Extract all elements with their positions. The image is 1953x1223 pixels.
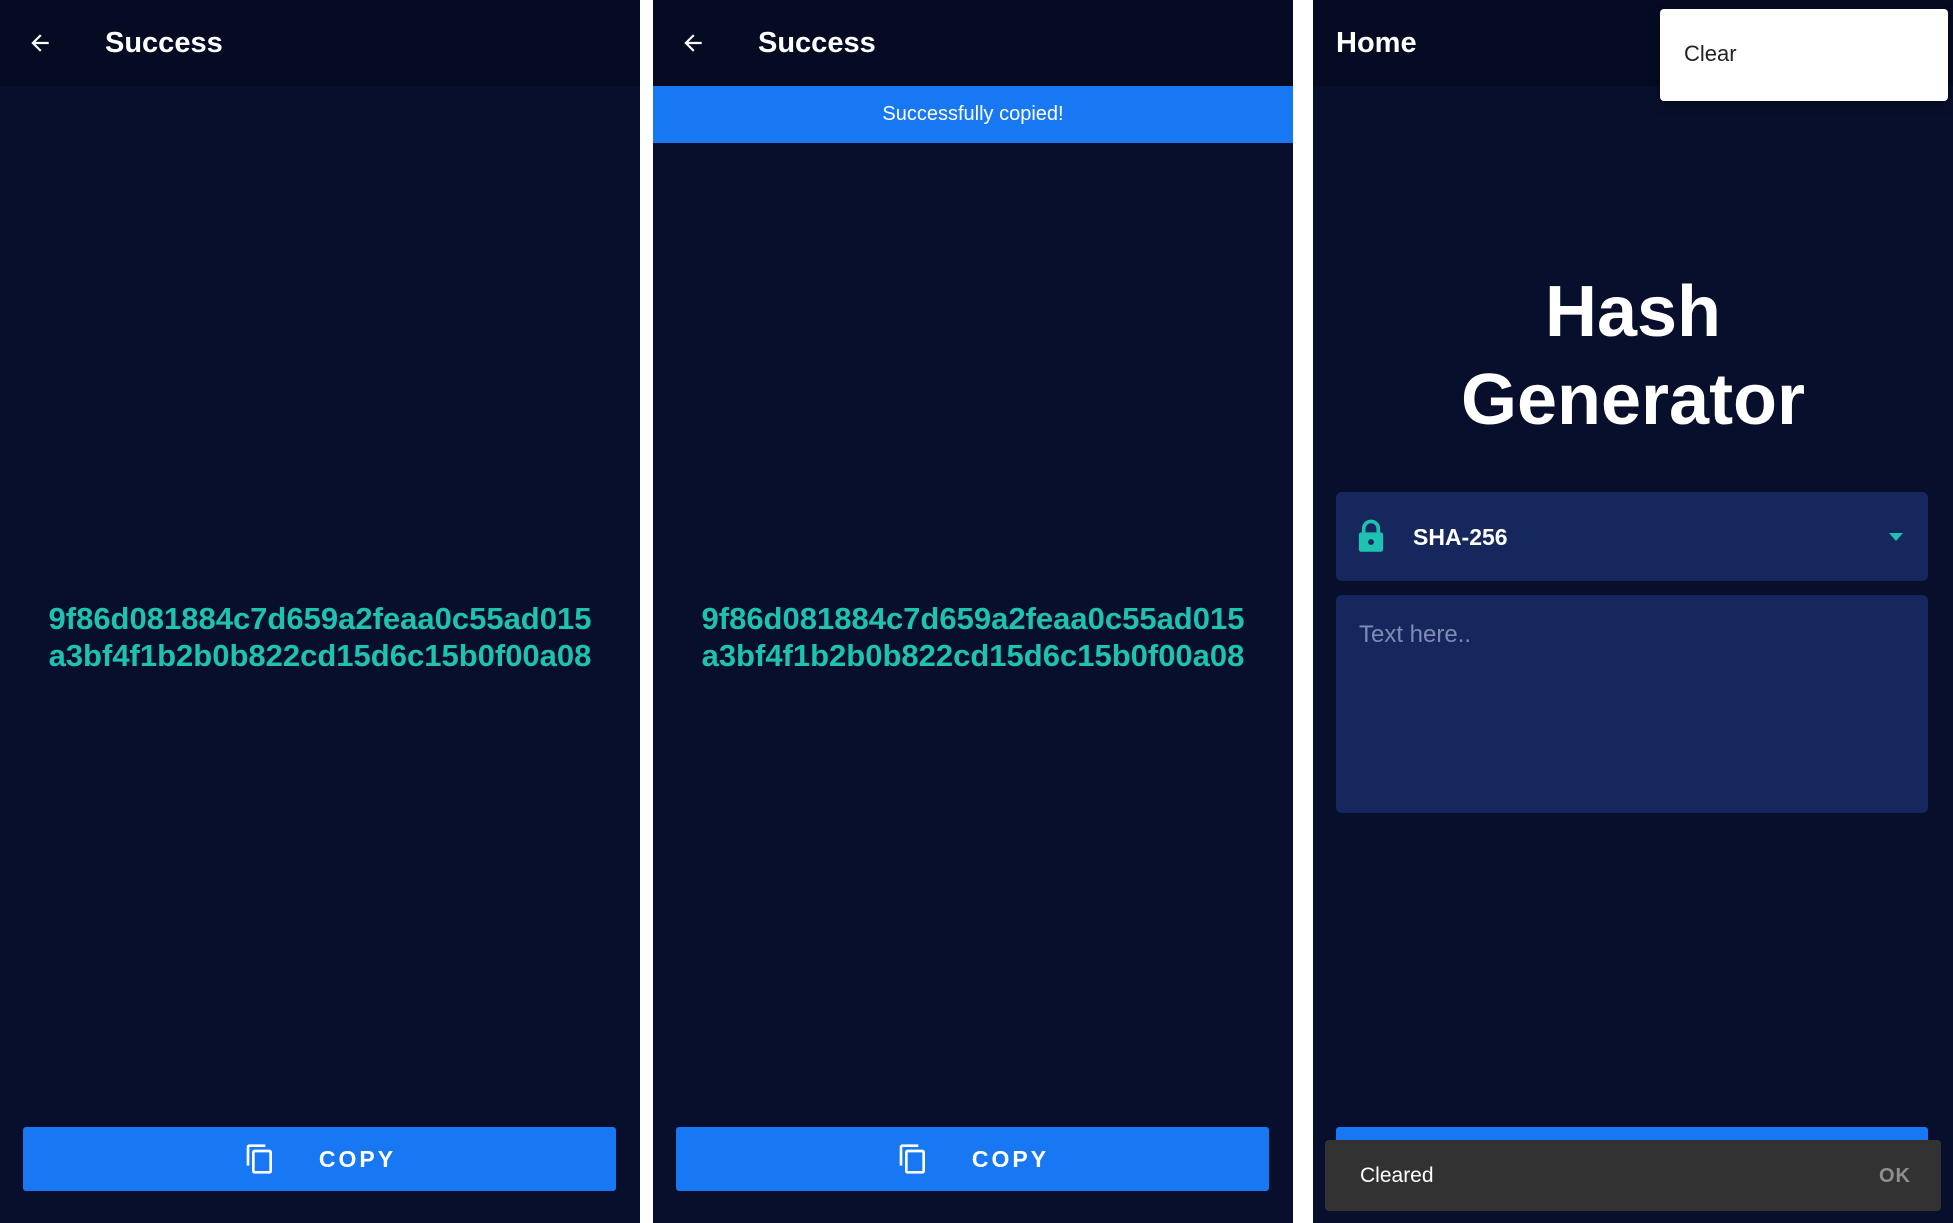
hash-output: 9f86d081884c7d659a2feaa0c55ad015a3bf4f1b… — [701, 601, 1245, 673]
text-input[interactable] — [1336, 595, 1928, 813]
back-button[interactable] — [671, 21, 715, 65]
algorithm-value: SHA-256 — [1413, 524, 1508, 550]
algorithm-dropdown[interactable]: SHA-256 — [1336, 492, 1928, 581]
snackbar: Cleared OK — [1325, 1140, 1941, 1211]
heading-line-1: Hash — [1544, 272, 1722, 352]
menu-item-clear[interactable]: Clear — [1660, 9, 1948, 101]
overflow-menu: Clear — [1660, 9, 1948, 101]
copied-banner: Successfully copied! — [653, 86, 1293, 143]
heading-line-2: Generator — [1460, 360, 1806, 440]
app-bar: Success — [0, 0, 640, 86]
back-arrow-icon — [684, 34, 702, 52]
copy-button-label: COPY — [318, 1145, 397, 1172]
page-title: Success — [105, 27, 223, 59]
copy-button[interactable]: COPY — [23, 1127, 616, 1191]
menu-item-label: Clear — [1684, 41, 1737, 66]
back-button[interactable] — [18, 21, 62, 65]
home-screen: Home Hash Generator SHA-256 Cleared OK C… — [1313, 0, 1953, 1223]
page-title: Home — [1336, 27, 1417, 59]
success-copied-screen: Success Successfully copied! 9f86d081884… — [653, 0, 1293, 1223]
chevron-down-icon — [1888, 530, 1904, 542]
copy-icon — [896, 1142, 930, 1176]
back-arrow-icon — [31, 34, 49, 52]
app-bar: Success — [653, 0, 1293, 86]
copy-button-label: COPY — [971, 1145, 1050, 1172]
snackbar-ok-button[interactable]: OK — [1879, 1165, 1911, 1188]
copy-button[interactable]: COPY — [676, 1127, 1269, 1191]
page-title: Success — [758, 27, 876, 59]
success-screen: Success 9f86d081884c7d659a2feaa0c55ad015… — [0, 0, 640, 1223]
hash-output: 9f86d081884c7d659a2feaa0c55ad015a3bf4f1b… — [48, 601, 592, 673]
snackbar-message: Cleared — [1360, 1164, 1434, 1187]
app-heading: Hash Generator — [1313, 268, 1953, 444]
lock-icon — [1356, 519, 1386, 553]
copy-icon — [243, 1142, 277, 1176]
